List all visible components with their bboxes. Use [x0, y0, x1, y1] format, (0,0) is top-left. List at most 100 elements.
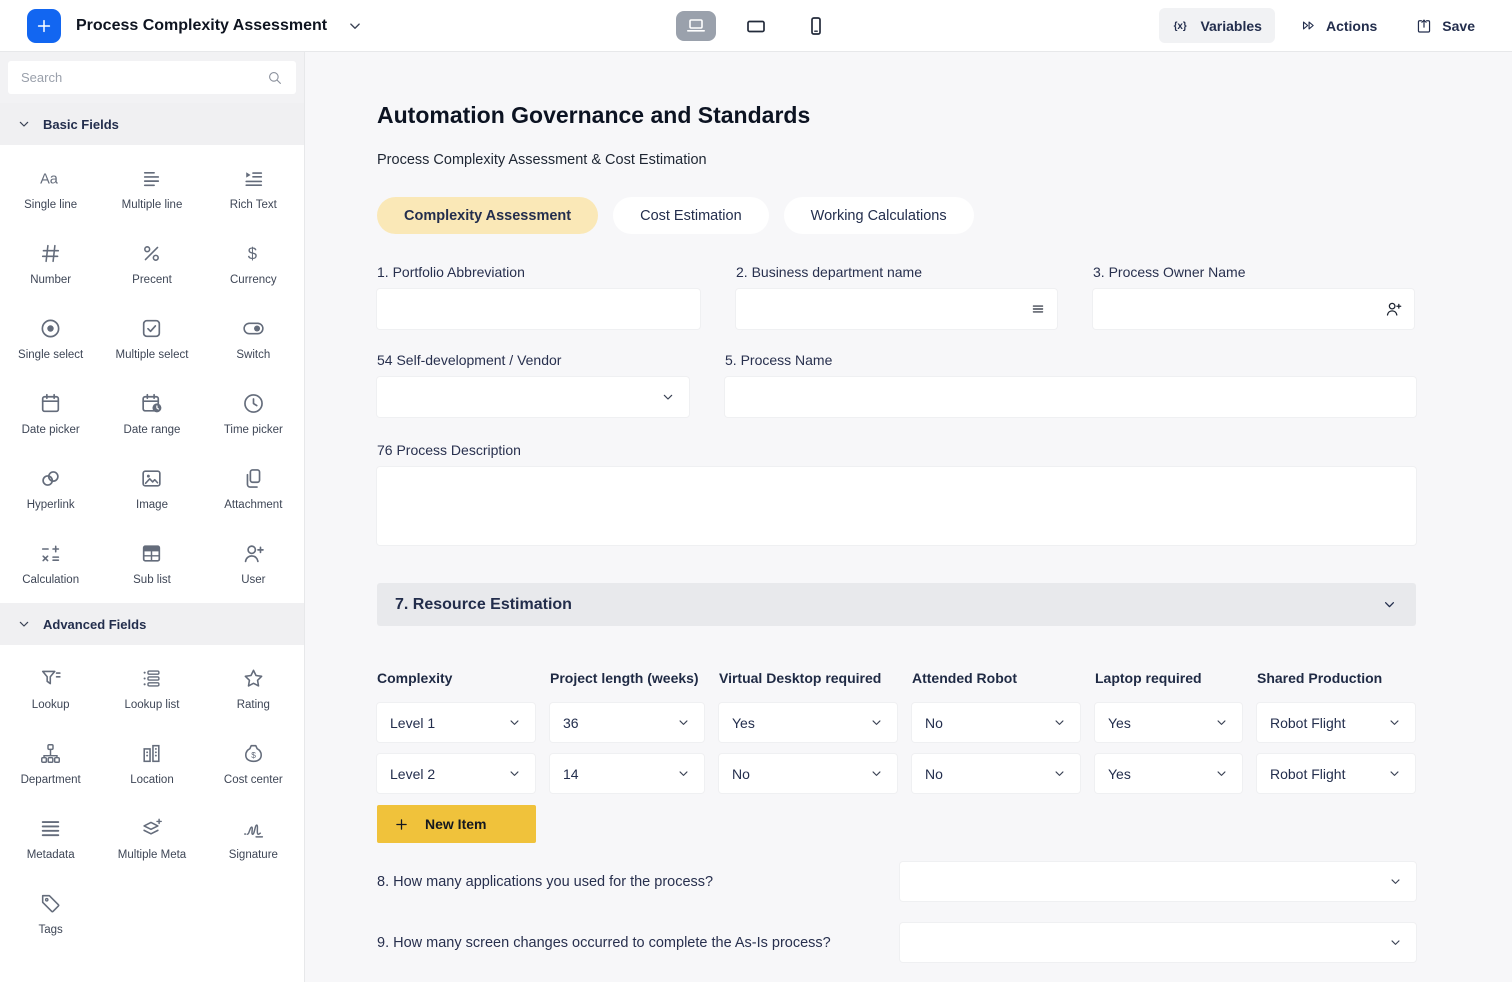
portfolio-abbreviation-input[interactable]	[377, 289, 700, 329]
field-type-label: Date range	[124, 424, 181, 436]
field-type-cost-center[interactable]: Cost center	[203, 726, 304, 801]
device-mobile-button[interactable]	[796, 11, 836, 41]
process-owner-input[interactable]	[1093, 289, 1414, 329]
plus-icon	[34, 16, 54, 36]
project-length-weeks-select[interactable]: 36	[550, 703, 704, 742]
title-dropdown-button[interactable]	[346, 17, 364, 35]
field-type-location[interactable]: Location	[101, 726, 202, 801]
field-type-switch[interactable]: Switch	[203, 301, 304, 376]
field-type-single-line[interactable]: Single line	[0, 151, 101, 226]
business-department-input[interactable]	[736, 289, 1057, 329]
field-type-calculation[interactable]: Calculation	[0, 526, 101, 601]
process-description-textarea[interactable]	[377, 467, 1416, 545]
laptop-required-select[interactable]: Yes	[1095, 703, 1242, 742]
virtual-desktop-required-select[interactable]: Yes	[719, 703, 897, 742]
complexity-select[interactable]: Level 2	[377, 754, 535, 793]
date-picker-icon	[38, 391, 63, 416]
project-length-weeks-select[interactable]: 14	[550, 754, 704, 793]
multiple-line-icon	[139, 166, 164, 191]
device-tablet-button[interactable]	[736, 11, 776, 41]
field-type-label: Date picker	[22, 424, 80, 436]
laptop-required-select[interactable]: Yes	[1095, 754, 1242, 793]
form-title: Process Complexity Assessment	[76, 17, 327, 35]
select-value: Robot Flight	[1270, 766, 1345, 782]
fields-row-2: 54 Self-development / Vendor 5. Process …	[377, 352, 1416, 417]
variables-button[interactable]: Variables	[1159, 8, 1275, 43]
laptop-icon	[684, 14, 708, 38]
resource-estimation-section-header[interactable]: 7. Resource Estimation	[377, 583, 1416, 626]
field-type-number[interactable]: Number	[0, 226, 101, 301]
chevron-down-icon	[1381, 596, 1398, 613]
field-type-label: Attachment	[224, 499, 282, 511]
image-icon	[139, 466, 164, 491]
field-type-hyperlink[interactable]: Hyperlink	[0, 451, 101, 526]
chevron-down-icon	[676, 766, 691, 781]
field-type-user[interactable]: User	[203, 526, 304, 601]
field-type-image[interactable]: Image	[101, 451, 202, 526]
attended-robot-select[interactable]: No	[912, 703, 1080, 742]
column-header-complexity: Complexity	[377, 670, 535, 686]
topbar-left: Process Complexity Assessment	[0, 9, 364, 43]
process-name-field: 5. Process Name	[725, 352, 1416, 417]
field-type-time-picker[interactable]: Time picker	[203, 376, 304, 451]
select-value: 36	[563, 715, 579, 731]
field-type-label: Multiple select	[116, 349, 189, 361]
field-type-currency[interactable]: Currency	[203, 226, 304, 301]
search-input[interactable]	[8, 61, 296, 94]
section-header-advanced-fields[interactable]: Advanced Fields	[0, 603, 304, 645]
field-type-multiple-meta[interactable]: Multiple Meta	[101, 801, 202, 876]
field-type-label: Single line	[24, 199, 77, 211]
section-header-basic-fields[interactable]: Basic Fields	[0, 103, 304, 145]
lookup-list-icon	[139, 666, 164, 691]
field-type-tags[interactable]: Tags	[0, 876, 101, 951]
field-type-sub-list[interactable]: Sub list	[101, 526, 202, 601]
chevron-down-icon	[1052, 766, 1067, 781]
tab-working-calculations[interactable]: Working Calculations	[784, 197, 974, 234]
tab-cost-estimation[interactable]: Cost Estimation	[613, 197, 769, 234]
select-value: 14	[563, 766, 579, 782]
field-type-multiple-line[interactable]: Multiple line	[101, 151, 202, 226]
actions-button[interactable]: Actions	[1287, 9, 1390, 42]
save-button[interactable]: Save	[1402, 9, 1488, 43]
field-type-multiple-select[interactable]: Multiple select	[101, 301, 202, 376]
shared-production-select[interactable]: Robot Flight	[1257, 703, 1415, 742]
field-type-department[interactable]: Department	[0, 726, 101, 801]
field-type-precent[interactable]: Precent	[101, 226, 202, 301]
field-type-date-picker[interactable]: Date picker	[0, 376, 101, 451]
lookup-icon	[38, 666, 63, 691]
field-palette-grid: Single line Multiple lineRich Text NumberP…	[0, 145, 304, 603]
device-desktop-button[interactable]	[676, 11, 716, 41]
device-preview-toggle	[676, 11, 836, 41]
virtual-desktop-required-select[interactable]: No	[719, 754, 897, 793]
field-type-metadata[interactable]: Metadata	[0, 801, 101, 876]
select-value: Yes	[732, 715, 755, 731]
user-plus-icon[interactable]	[1384, 300, 1403, 319]
sidebar-section-basic-fields: Basic Fields Single line Multiple lineRic…	[0, 103, 304, 603]
chevron-down-icon	[16, 616, 32, 632]
field-type-signature[interactable]: Signature	[203, 801, 304, 876]
new-form-button[interactable]	[27, 9, 61, 43]
question-8-select[interactable]	[900, 862, 1416, 901]
menu-icon[interactable]	[1030, 301, 1046, 317]
field-type-lookup-list[interactable]: Lookup list	[101, 651, 202, 726]
field-type-single-select[interactable]: Single select	[0, 301, 101, 376]
new-item-button[interactable]: New Item	[377, 805, 536, 843]
field-type-attachment[interactable]: Attachment	[203, 451, 304, 526]
field-type-date-range[interactable]: Date range	[101, 376, 202, 451]
question-9-select[interactable]	[900, 923, 1416, 962]
question-row-9: 9. How many screen changes occurred to c…	[377, 923, 1416, 962]
complexity-select[interactable]: Level 1	[377, 703, 535, 742]
field-type-rich-text[interactable]: Rich Text	[203, 151, 304, 226]
self-development-vendor-select[interactable]	[377, 377, 689, 417]
question-label: 8. How many applications you used for th…	[377, 874, 900, 890]
attended-robot-select[interactable]: No	[912, 754, 1080, 793]
process-name-input[interactable]	[725, 377, 1416, 417]
section-title: Advanced Fields	[43, 617, 146, 632]
tab-complexity-assessment[interactable]: Complexity Assessment	[377, 197, 598, 234]
field-type-lookup[interactable]: Lookup	[0, 651, 101, 726]
field-type-rating[interactable]: Rating	[203, 651, 304, 726]
field-type-label: Switch	[236, 349, 270, 361]
shared-production-select[interactable]: Robot Flight	[1257, 754, 1415, 793]
portfolio-abbreviation-label: 1. Portfolio Abbreviation	[377, 264, 700, 280]
select-value: Level 1	[390, 715, 435, 731]
